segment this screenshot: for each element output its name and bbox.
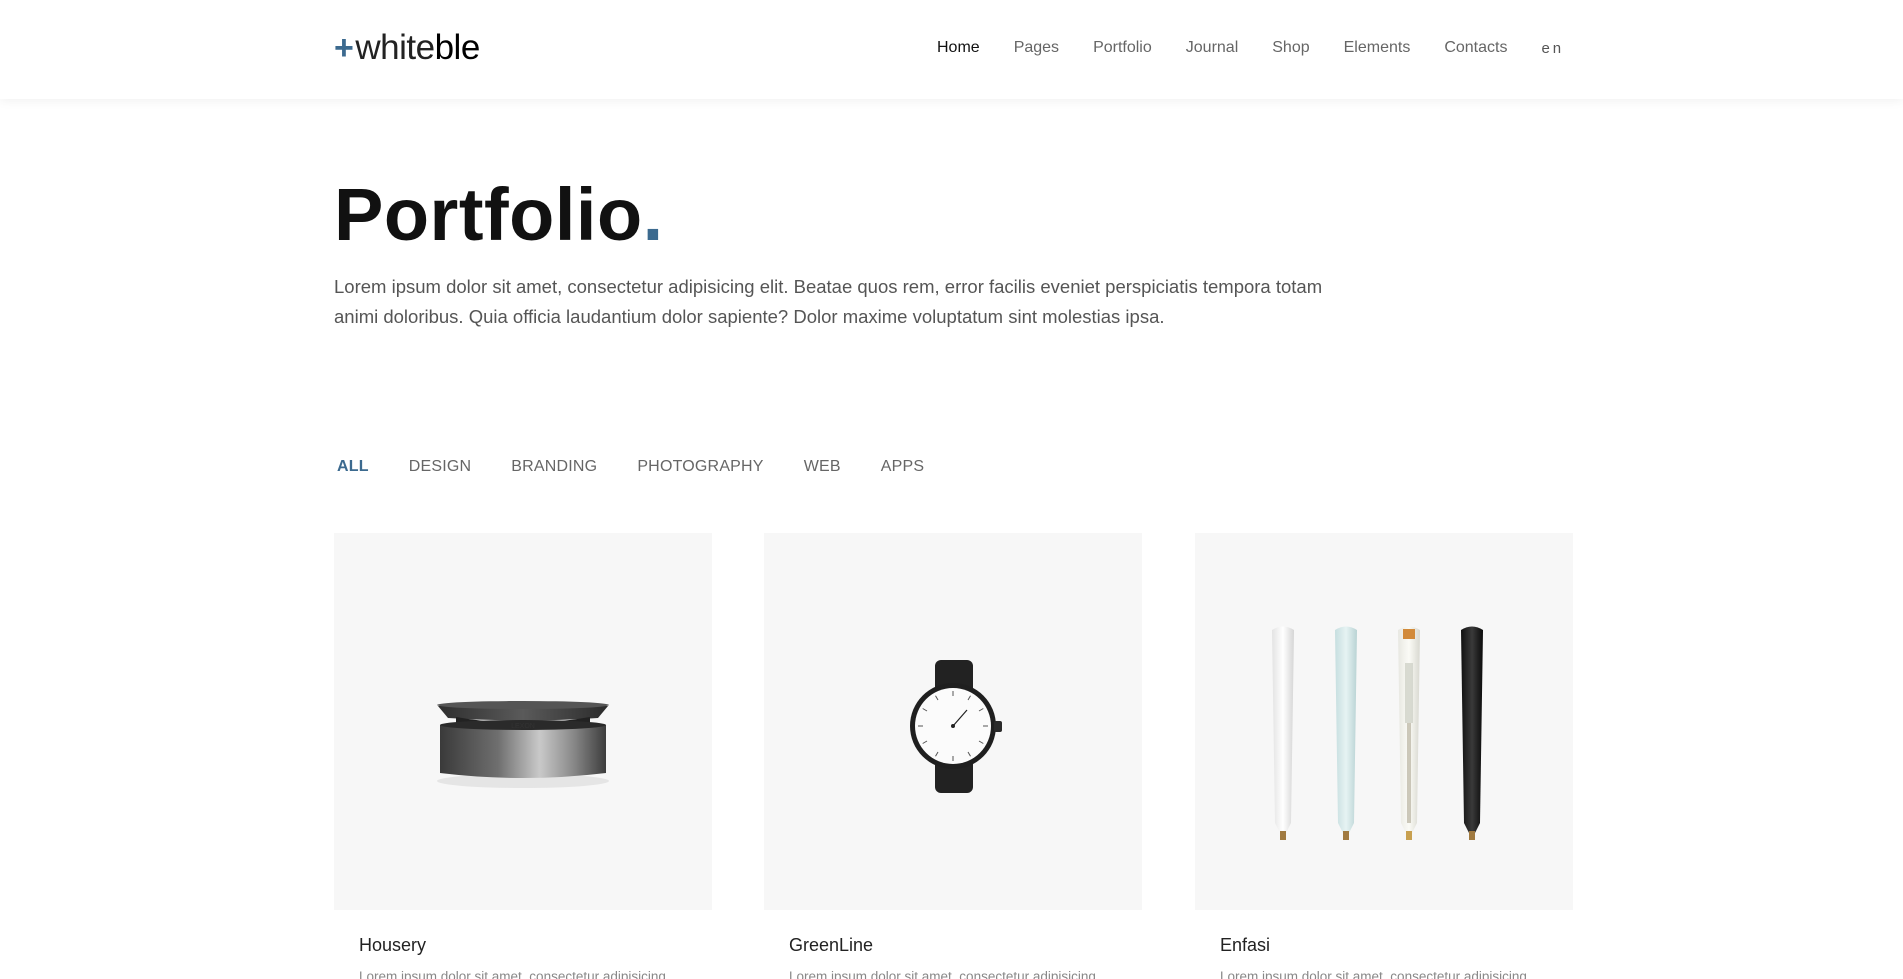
nav-item-pages[interactable]: Pages [1014, 39, 1059, 57]
filter-branding[interactable]: BRANDING [511, 458, 597, 476]
page-title-dot: . [642, 173, 664, 256]
nav-item-portfolio[interactable]: Portfolio [1093, 39, 1152, 57]
nav-item-journal[interactable]: Journal [1186, 39, 1238, 57]
card-description: Lorem ipsum dolor sit amet, consectetur … [1220, 969, 1527, 979]
card-title[interactable]: Enfasi [1220, 935, 1270, 956]
logo-text-light: white [355, 28, 435, 67]
main-nav: Home Pages Portfolio Journal Shop Elemen… [937, 36, 1564, 60]
page-title-text: Portfolio [334, 173, 643, 256]
pens-image [1272, 626, 1483, 840]
filter-all[interactable]: ALL [337, 458, 369, 476]
speaker-image: LEXON [437, 701, 609, 788]
portfolio-image-pens[interactable] [1195, 533, 1573, 910]
filter-photography[interactable]: PHOTOGRAPHY [637, 458, 763, 476]
portfolio-card-housery[interactable]: LEXON Housery Lorem ipsum dolor sit amet… [334, 533, 712, 979]
portfolio-card-enfasi[interactable]: Enfasi Lorem ipsum dolor sit amet, conse… [1195, 533, 1573, 979]
filter-design[interactable]: DESIGN [409, 458, 472, 476]
filter-web[interactable]: WEB [804, 458, 841, 476]
nav-item-elements[interactable]: Elements [1344, 39, 1411, 57]
nav-item-home[interactable]: Home [937, 39, 980, 57]
speaker-brand-text: LEXON [511, 723, 535, 730]
site-header: + white ble Home Pages Portfolio Journal… [0, 0, 1903, 99]
card-description: Lorem ipsum dolor sit amet, consectetur … [789, 969, 1096, 979]
filter-apps[interactable]: APPS [881, 458, 925, 476]
card-title[interactable]: GreenLine [789, 935, 873, 956]
logo-text-bold: ble [434, 28, 481, 67]
page-intro: Lorem ipsum dolor sit amet, consectetur … [334, 276, 1323, 327]
page-title: Portfolio. [334, 170, 664, 260]
watch-image [910, 660, 1002, 793]
nav-item-shop[interactable]: Shop [1272, 39, 1309, 57]
portfolio-filters: ALL DESIGN BRANDING PHOTOGRAPHY WEB APPS [337, 458, 964, 476]
nav-item-contacts[interactable]: Contacts [1444, 39, 1507, 57]
portfolio-image-speaker[interactable]: LEXON [334, 533, 712, 910]
language-switcher[interactable]: en [1541, 40, 1564, 57]
card-title[interactable]: Housery [359, 935, 426, 956]
site-logo[interactable]: + white ble [334, 28, 480, 68]
portfolio-image-watch[interactable] [764, 533, 1142, 910]
portfolio-card-greenline[interactable]: GreenLine Lorem ipsum dolor sit amet, co… [764, 533, 1142, 979]
logo-plus-mark: + [334, 29, 354, 67]
card-description: Lorem ipsum dolor sit amet, consectetur … [359, 969, 666, 979]
